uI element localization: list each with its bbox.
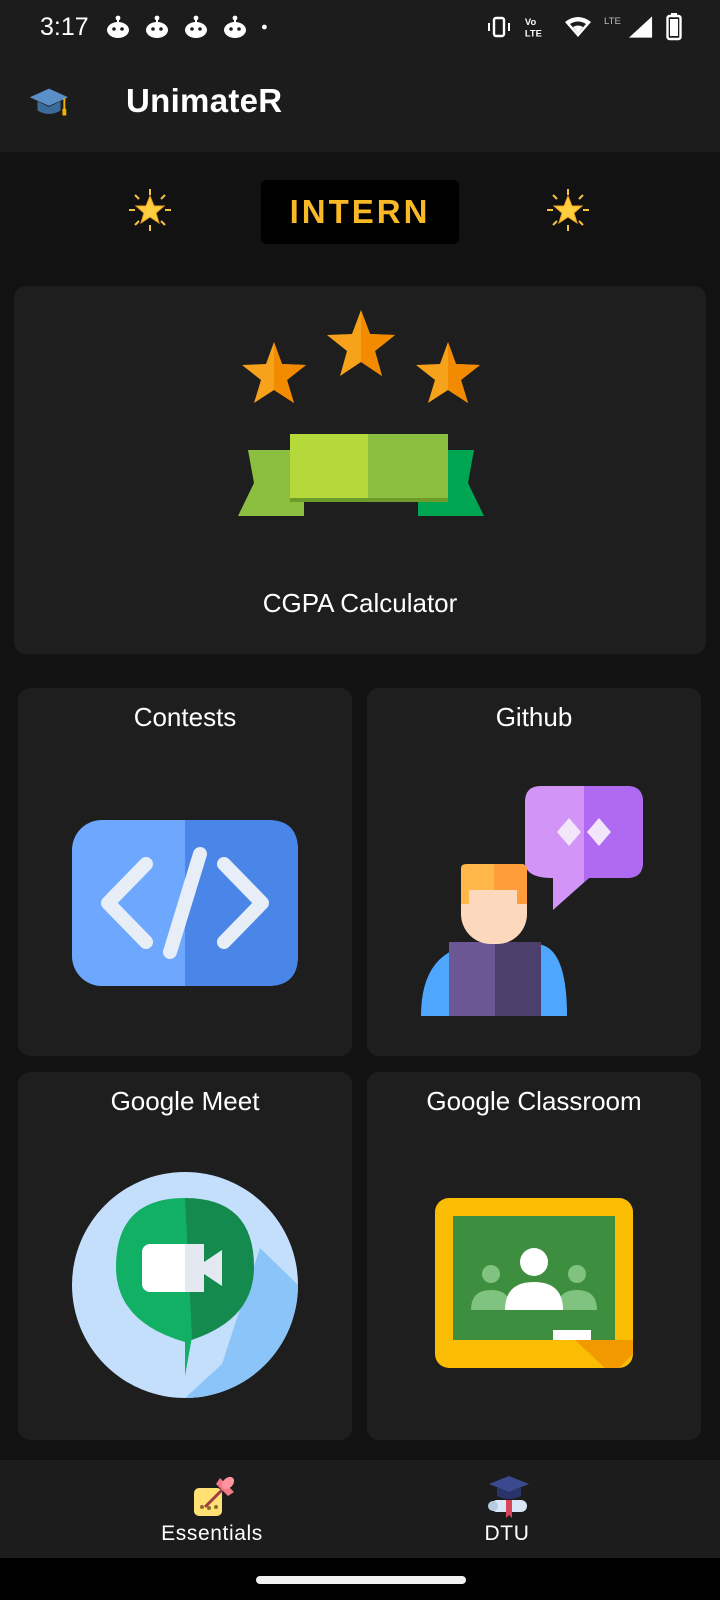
pushpin-note-icon bbox=[194, 1476, 235, 1516]
wifi-icon bbox=[565, 17, 591, 37]
google-classroom-icon bbox=[435, 1198, 633, 1368]
reddit-icon bbox=[145, 15, 168, 38]
volte-icon: VoLTE bbox=[525, 17, 542, 38]
code-brackets-icon bbox=[72, 820, 298, 986]
google-meet-tile[interactable]: Google Meet bbox=[18, 1072, 352, 1440]
contests-tile[interactable]: Contests bbox=[18, 688, 352, 1056]
graduate-diploma-icon bbox=[488, 1476, 529, 1518]
svg-text:LTE: LTE bbox=[604, 16, 621, 27]
google-classroom-label: Google Classroom bbox=[426, 1086, 642, 1116]
google-classroom-tile[interactable]: Google Classroom bbox=[367, 1072, 701, 1440]
contests-label: Contests bbox=[133, 702, 237, 732]
reddit-icon bbox=[184, 15, 207, 38]
home-indicator[interactable] bbox=[256, 1576, 466, 1584]
bottom-navigation: Essentials DTU bbox=[0, 1460, 720, 1558]
github-tile[interactable]: Github bbox=[367, 688, 701, 1056]
svg-text:Vo: Vo bbox=[525, 17, 537, 27]
sparkle-star-icon bbox=[129, 189, 171, 231]
nav-item-essentials[interactable]: Essentials bbox=[112, 1460, 312, 1558]
three-stars-ribbon-icon bbox=[238, 310, 484, 516]
nav-label-dtu: DTU bbox=[484, 1522, 530, 1545]
reddit-icon bbox=[106, 15, 129, 38]
vibrate-icon bbox=[488, 16, 510, 38]
status-time: 3:17 bbox=[40, 12, 89, 41]
nav-item-dtu[interactable]: DTU bbox=[407, 1460, 607, 1558]
cgpa-calculator-label: CGPA Calculator bbox=[262, 588, 458, 618]
developer-code-bubble-icon bbox=[421, 786, 643, 1016]
system-status-icons: Vo LTE LTE bbox=[486, 13, 682, 41]
app-bar: UnimateR bbox=[0, 54, 720, 152]
more-dot-icon bbox=[261, 24, 267, 30]
svg-text:LTE: LTE bbox=[525, 28, 542, 38]
role-banner: INTERN bbox=[0, 176, 720, 244]
app-title: UnimateR bbox=[126, 82, 283, 119]
google-meet-icon bbox=[72, 1172, 298, 1398]
google-meet-label: Google Meet bbox=[110, 1086, 260, 1116]
app-screen: 3:17 Vo LTE LTE UnimateR INTERN CGPA Cal… bbox=[0, 0, 720, 1600]
battery-icon bbox=[666, 13, 682, 41]
system-navigation-area bbox=[0, 1558, 720, 1600]
graduation-cap-icon bbox=[29, 88, 69, 116]
status-bar: 3:17 Vo LTE LTE bbox=[0, 0, 720, 54]
reddit-icon bbox=[223, 15, 246, 38]
github-label: Github bbox=[495, 702, 573, 732]
sparkle-star-icon bbox=[547, 189, 589, 231]
nav-label-essentials: Essentials bbox=[161, 1522, 263, 1545]
cgpa-calculator-card[interactable]: CGPA Calculator bbox=[14, 286, 706, 654]
lte-signal-icon: LTE bbox=[604, 16, 653, 38]
notification-icons bbox=[103, 12, 277, 42]
role-badge: INTERN bbox=[261, 180, 459, 244]
